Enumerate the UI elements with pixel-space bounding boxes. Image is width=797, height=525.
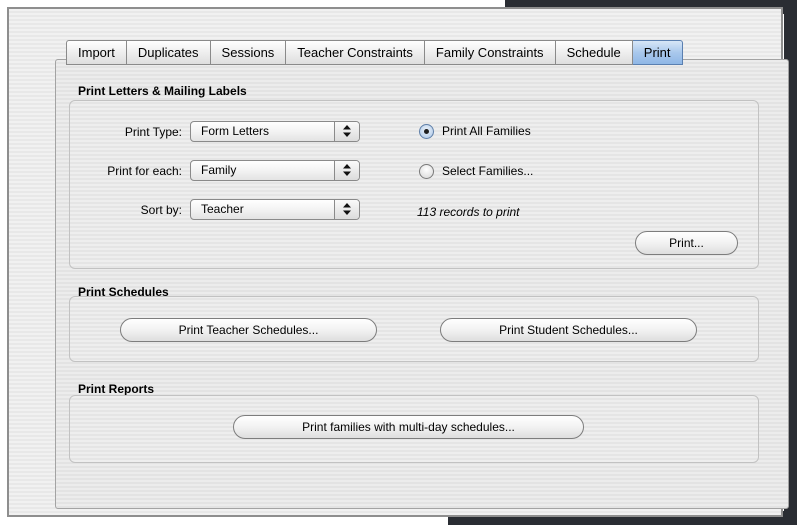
sort-by-popup[interactable]: Teacher bbox=[190, 199, 360, 220]
tab-family-constraints[interactable]: Family Constraints bbox=[424, 40, 556, 65]
print-student-schedules-button[interactable]: Print Student Schedules... bbox=[440, 318, 697, 342]
records-count: 113 records to print bbox=[417, 205, 520, 219]
print-all-families-radio[interactable] bbox=[419, 124, 434, 139]
print-for-each-popup[interactable]: Family bbox=[190, 160, 360, 181]
tab-sessions[interactable]: Sessions bbox=[210, 40, 287, 65]
popup-arrows-icon bbox=[334, 122, 359, 141]
radio-selected-dot bbox=[424, 129, 429, 134]
print-multi-day-schedules-button[interactable]: Print families with multi-day schedules.… bbox=[233, 415, 584, 439]
reports-section-title: Print Reports bbox=[78, 382, 155, 396]
tab-teacher-constraints[interactable]: Teacher Constraints bbox=[286, 40, 425, 65]
sort-by-label: Sort by: bbox=[140, 203, 182, 217]
tab-schedule[interactable]: Schedule bbox=[555, 40, 633, 65]
print-button[interactable]: Print... bbox=[635, 231, 738, 255]
print-teacher-schedules-button[interactable]: Print Teacher Schedules... bbox=[120, 318, 377, 342]
print-for-each-label: Print for each: bbox=[107, 164, 182, 178]
print-all-families-label[interactable]: Print All Families bbox=[442, 124, 531, 138]
select-families-label[interactable]: Select Families... bbox=[442, 164, 533, 178]
print-type-popup[interactable]: Form Letters bbox=[190, 121, 360, 142]
tab-bar: Import Duplicates Sessions Teacher Const… bbox=[66, 40, 683, 65]
tab-import[interactable]: Import bbox=[66, 40, 127, 65]
print-type-value: Form Letters bbox=[201, 124, 270, 138]
sort-by-value: Teacher bbox=[201, 202, 244, 216]
print-window: Import Duplicates Sessions Teacher Const… bbox=[7, 7, 789, 517]
popup-arrows-icon bbox=[334, 161, 359, 180]
tab-print[interactable]: Print bbox=[632, 40, 683, 65]
print-type-label: Print Type: bbox=[124, 125, 182, 139]
print-for-each-value: Family bbox=[201, 163, 237, 177]
popup-arrows-icon bbox=[334, 200, 359, 219]
select-families-radio[interactable] bbox=[419, 164, 434, 179]
tab-duplicates[interactable]: Duplicates bbox=[126, 40, 211, 65]
letters-section-title: Print Letters & Mailing Labels bbox=[78, 84, 247, 98]
